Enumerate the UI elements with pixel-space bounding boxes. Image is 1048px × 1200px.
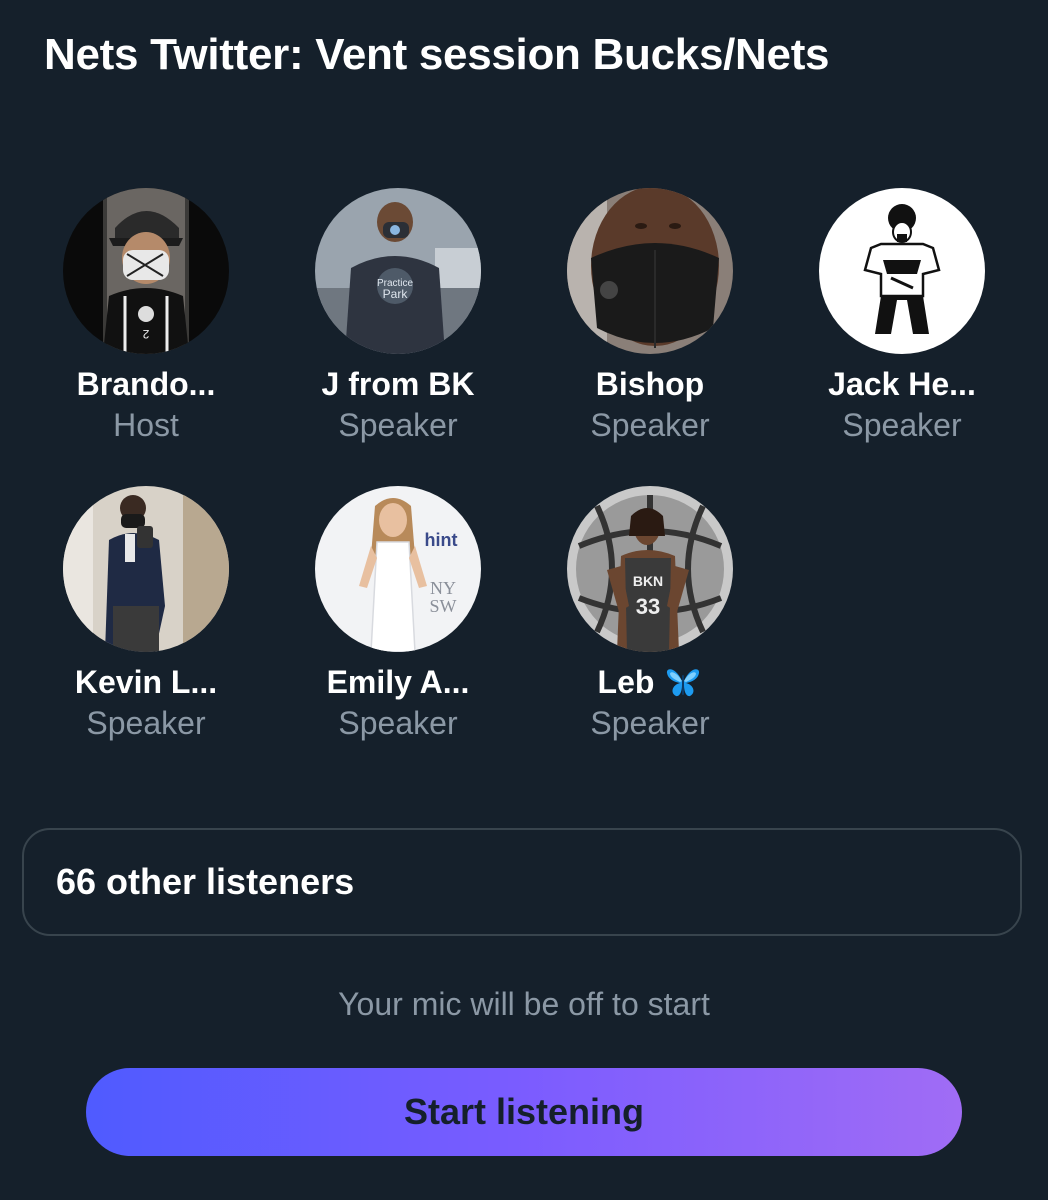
svg-text:hint: hint xyxy=(425,530,458,550)
svg-text:BKN: BKN xyxy=(633,573,663,589)
participant-name: J from BK xyxy=(321,366,475,402)
participant-grid: 2 Brando... Host Practice Park J from BK… xyxy=(20,188,1028,784)
participant-name: Emily A... xyxy=(326,664,470,700)
svg-text:2: 2 xyxy=(142,327,149,341)
participant-avatar[interactable]: hint NY SW xyxy=(315,486,481,652)
participant-role: Speaker xyxy=(86,705,206,741)
other-listeners-row[interactable]: 66 other listeners xyxy=(22,828,1022,936)
butterfly-icon xyxy=(664,665,702,699)
participant-speaker[interactable]: Bishop Speaker xyxy=(524,188,776,486)
participant-role: Speaker xyxy=(842,407,962,443)
participant-role: Speaker xyxy=(590,705,710,741)
svg-text:NY: NY xyxy=(430,578,456,598)
svg-text:Park: Park xyxy=(383,287,409,301)
participant-speaker[interactable]: Jack He... Speaker xyxy=(776,188,1028,486)
space-title: Nets Twitter: Vent session Bucks/Nets xyxy=(44,30,830,79)
participant-role: Speaker xyxy=(590,407,710,443)
svg-text:SW: SW xyxy=(430,596,457,616)
participant-avatar[interactable] xyxy=(63,486,229,652)
listeners-count-label: 66 other listeners xyxy=(56,861,355,902)
svg-text:33: 33 xyxy=(636,594,660,619)
participant-avatar[interactable]: 2 xyxy=(63,188,229,354)
participant-name: Bishop xyxy=(595,366,705,402)
participant-name: Jack He... xyxy=(828,366,976,402)
participant-avatar[interactable] xyxy=(567,188,733,354)
participant-name: Kevin L... xyxy=(74,664,218,700)
participant-role: Host xyxy=(113,407,179,443)
participant-speaker[interactable]: Practice Park J from BK Speaker xyxy=(272,188,524,486)
start-listening-button[interactable]: Start listening xyxy=(86,1068,962,1156)
participant-speaker[interactable]: hint NY SW Emily A... Speaker xyxy=(272,486,524,784)
participant-avatar[interactable]: Practice Park xyxy=(315,188,481,354)
participant-speaker[interactable]: Kevin L... Speaker xyxy=(20,486,272,784)
participant-role: Speaker xyxy=(338,407,458,443)
participant-avatar[interactable] xyxy=(819,188,985,354)
participant-speaker[interactable]: BKN 33 Leb Speaker xyxy=(524,486,776,784)
participant-avatar[interactable]: BKN 33 xyxy=(567,486,733,652)
participant-name: Leb xyxy=(598,662,703,702)
participant-role: Speaker xyxy=(338,705,458,741)
start-listening-label: Start listening xyxy=(403,1091,645,1132)
mic-off-note: Your mic will be off to start xyxy=(338,986,710,1022)
participant-name: Brando... xyxy=(76,366,216,402)
participant-host[interactable]: 2 Brando... Host xyxy=(20,188,272,486)
